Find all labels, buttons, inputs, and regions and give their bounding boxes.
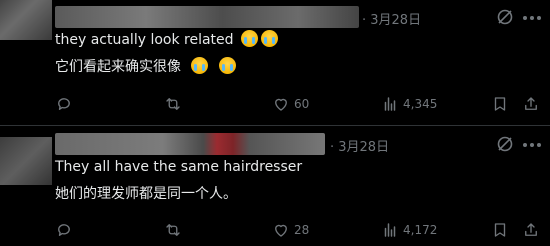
bookmark-icon — [494, 223, 506, 237]
reply-button[interactable] — [55, 94, 73, 114]
post-text-line-chinese: 她们的理发师都是同一个人。 — [55, 184, 237, 204]
blurred-username[interactable] — [55, 133, 325, 155]
reply-button[interactable] — [55, 220, 73, 240]
action-bar: 60 4,345 — [0, 94, 550, 114]
post-text: they actually look related — [55, 32, 234, 48]
retweet-button[interactable] — [164, 220, 182, 240]
loudly-crying-face-emoji-icon — [241, 30, 258, 47]
loudly-crying-face-emoji-icon — [218, 57, 236, 74]
views-button[interactable]: 4,172 — [381, 220, 437, 240]
reply-post-1[interactable]: · 3月28日 they actually look related 它们看起来… — [0, 0, 550, 126]
grok-icon[interactable] — [495, 7, 515, 27]
bookmark-button[interactable] — [491, 94, 509, 114]
views-chart-icon — [384, 223, 396, 237]
action-bar: 28 4,172 — [0, 220, 550, 240]
grok-icon[interactable] — [495, 134, 515, 154]
post-text: 她们的理发师都是同一个人。 — [55, 186, 237, 202]
post-text-line-english: they actually look related — [55, 30, 278, 50]
share-button[interactable] — [522, 220, 540, 240]
view-count: 4,345 — [403, 97, 438, 111]
share-button[interactable] — [522, 94, 540, 114]
retweet-button[interactable] — [164, 94, 182, 114]
views-chart-icon — [384, 97, 396, 111]
bookmark-icon — [494, 97, 506, 111]
avatar[interactable] — [0, 0, 52, 40]
post-text: 它们看起来确实很像 — [55, 59, 181, 75]
reply-icon — [58, 224, 70, 236]
heart-icon — [275, 224, 287, 237]
post-text: They all have the same hairdresser — [55, 159, 303, 175]
loudly-crying-face-emoji-icon — [191, 57, 209, 74]
like-count: 28 — [294, 223, 310, 237]
share-icon — [525, 223, 537, 236]
post-date[interactable]: · 3月28日 — [330, 136, 389, 155]
avatar[interactable] — [0, 137, 52, 185]
post-divider — [0, 125, 550, 126]
post-text-line-english: They all have the same hairdresser — [55, 157, 302, 177]
bookmark-button[interactable] — [491, 220, 509, 240]
post-date[interactable]: · 3月28日 — [362, 9, 421, 28]
more-icon[interactable] — [522, 142, 542, 148]
blurred-username[interactable] — [55, 6, 359, 28]
loudly-crying-face-emoji-icon — [261, 30, 278, 47]
reply-icon — [58, 98, 70, 110]
share-icon — [525, 97, 537, 110]
retweet-icon — [166, 224, 180, 236]
like-button[interactable]: 28 — [272, 220, 309, 240]
view-count: 4,172 — [403, 223, 438, 237]
post-text-line-chinese: 它们看起来确实很像 — [55, 57, 236, 77]
like-count: 60 — [294, 97, 310, 111]
heart-icon — [275, 98, 287, 111]
more-icon[interactable] — [522, 15, 542, 21]
retweet-icon — [166, 98, 180, 110]
like-button[interactable]: 60 — [272, 94, 309, 114]
views-button[interactable]: 4,345 — [381, 94, 437, 114]
